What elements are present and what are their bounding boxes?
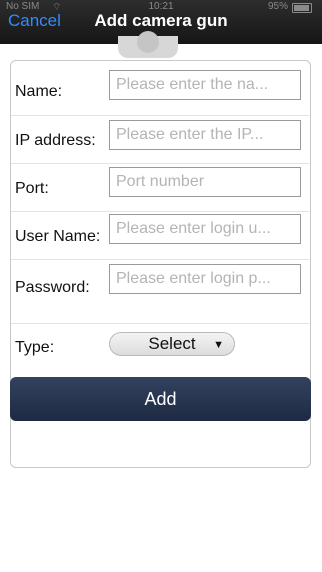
type-label: Type:	[15, 339, 55, 356]
add-camera-form: Name: IP address: Port: User Name: Passw…	[10, 60, 311, 468]
ip-address-input[interactable]	[109, 120, 301, 150]
add-button[interactable]: Add	[10, 377, 311, 421]
form-row-username: User Name:	[11, 211, 310, 260]
password-input[interactable]	[109, 264, 301, 294]
name-input[interactable]	[109, 70, 301, 100]
form-row-ip: IP address:	[11, 115, 310, 164]
ip-address-label: IP address:	[15, 132, 96, 149]
username-label: User Name:	[15, 228, 101, 245]
type-select[interactable]: Select ▼	[109, 332, 235, 356]
form-row-port: Port:	[11, 163, 310, 212]
port-label: Port:	[15, 180, 49, 197]
type-select-value: Select	[148, 334, 196, 353]
form-row-password: Password:	[11, 259, 310, 324]
page-title: Add camera gun	[94, 11, 228, 30]
username-input[interactable]	[109, 214, 301, 244]
name-label: Name:	[15, 83, 63, 100]
nav-row: Cancel Add camera gun	[0, 8, 322, 38]
password-label: Password:	[15, 279, 90, 296]
camera-icon	[118, 31, 178, 58]
form-row-name: Name:	[11, 61, 310, 116]
port-input[interactable]	[109, 167, 301, 197]
chevron-down-icon: ▼	[213, 339, 224, 351]
